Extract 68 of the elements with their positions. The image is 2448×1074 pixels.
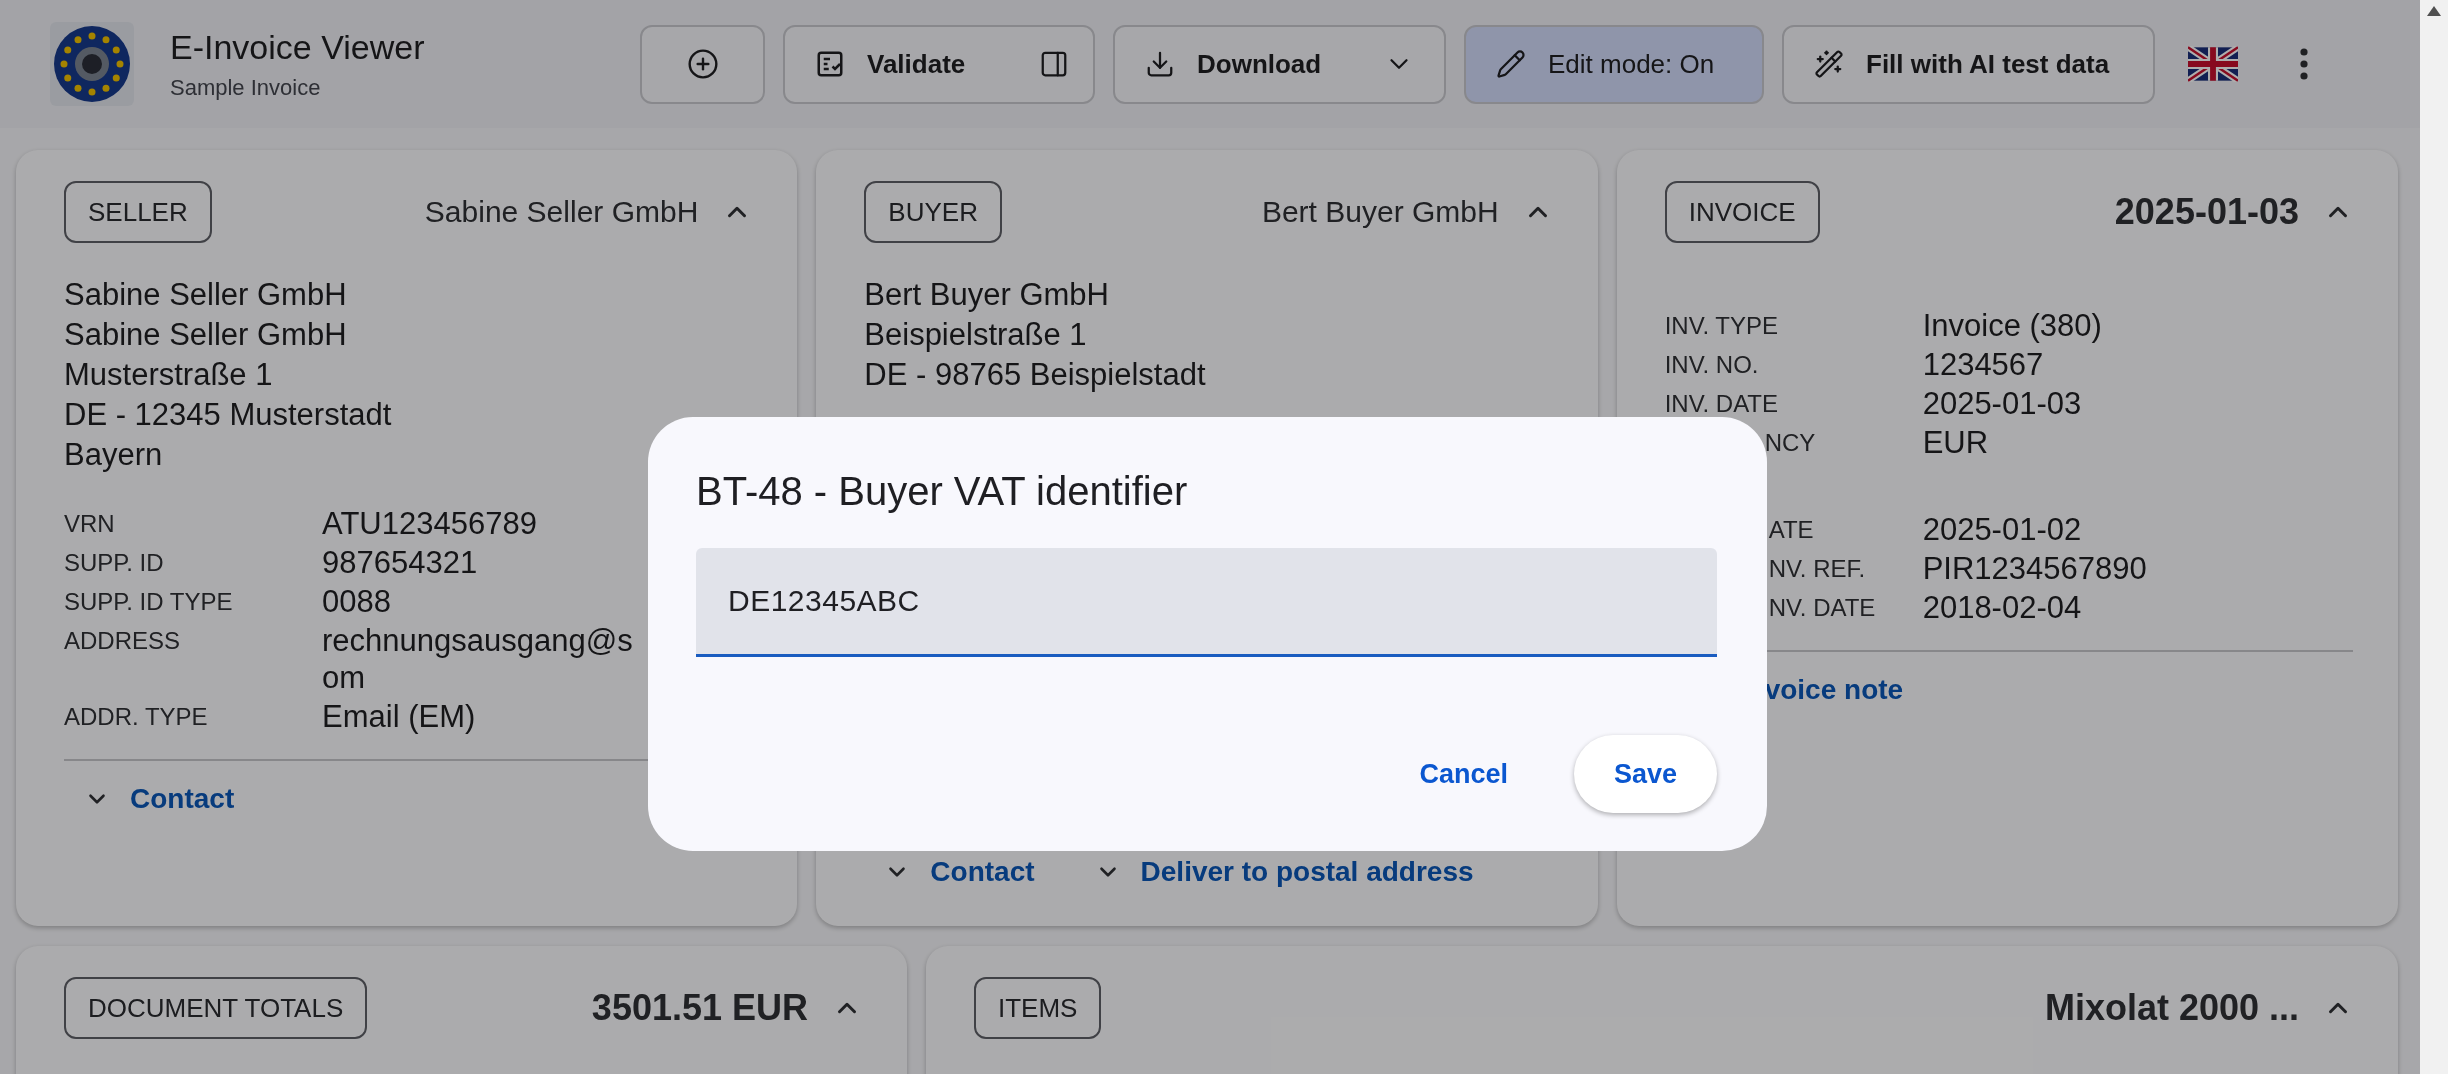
- field-value: 2018-02-04: [1922, 589, 2083, 626]
- field-label: SUPP. ID TYPE: [64, 587, 234, 617]
- address-line: Bayern: [64, 436, 164, 474]
- fill-ai-button[interactable]: Fill with AI test data: [1782, 24, 2155, 104]
- field-label: ATE: [1767, 515, 1815, 545]
- field-value: PIR1234567890: [1922, 550, 2148, 587]
- section-chip: DOCUMENT TOTALS: [64, 977, 368, 1039]
- field-value: ATU123456789: [322, 505, 538, 542]
- scrollbar[interactable]: [2420, 0, 2448, 1074]
- card-heading: Mixolat 2000 ...: [2044, 987, 2299, 1029]
- field-label: INV. NO.: [1664, 350, 1760, 380]
- field-label: NCY: [1763, 428, 1817, 458]
- field-label: INV. TYPE: [1664, 311, 1780, 341]
- address-line: Musterstraße 1: [64, 356, 274, 394]
- card-heading: 3501.51 EUR: [591, 987, 808, 1029]
- cancel-button[interactable]: Cancel: [1379, 735, 1548, 813]
- address-line: Bert Buyer GmbH: [864, 276, 1110, 314]
- magic-wand-icon: [1814, 49, 1844, 79]
- save-button[interactable]: Save: [1573, 735, 1717, 813]
- download-button[interactable]: Download: [1113, 24, 1446, 104]
- address-line: DE - 12345 Musterstadt: [64, 396, 393, 434]
- field-label: ADDRESS: [64, 626, 182, 656]
- card-heading: 2025-01-03: [2114, 191, 2299, 233]
- validate-button[interactable]: Validate: [815, 48, 966, 80]
- flag-icon[interactable]: [2188, 46, 2238, 82]
- field-value: 2025-01-02: [1922, 511, 2083, 548]
- add-button[interactable]: [640, 24, 765, 104]
- expand-link[interactable]: Contact: [864, 856, 1035, 888]
- plus-circle-icon: [686, 48, 719, 80]
- app-title: E-Invoice Viewer: [170, 27, 426, 67]
- side-panel-button[interactable]: [1039, 49, 1069, 79]
- checklist-icon: [815, 49, 845, 79]
- address-line: Sabine Seller GmbH: [64, 276, 348, 314]
- address-line: DE - 98765 Beispielstadt: [864, 356, 1207, 394]
- download-icon: [1145, 49, 1175, 79]
- expand-link[interactable]: Contact: [64, 783, 235, 815]
- expand-link[interactable]: Deliver to postal address: [1074, 856, 1474, 888]
- panel-icon: [1039, 49, 1069, 79]
- more-icon: [2300, 48, 2308, 80]
- field-label: NV. DATE: [1767, 593, 1877, 623]
- expand-link[interactable]: voice note: [1664, 674, 1904, 706]
- pencil-icon: [1496, 49, 1526, 79]
- scroll-up-icon[interactable]: [2427, 6, 2441, 16]
- more-menu-button[interactable]: [2300, 48, 2308, 80]
- field-label: INV. DATE: [1664, 389, 1780, 419]
- card-heading: Bert Buyer GmbH: [1261, 195, 1499, 229]
- field-label: SUPP. ID: [64, 548, 165, 578]
- section-chip: SELLER: [64, 181, 212, 243]
- field-value: rechnungsausgang@s om: [322, 622, 634, 696]
- field-label: ADDR. TYPE: [64, 702, 209, 732]
- field-value: 1234567: [1922, 346, 2045, 383]
- address-line: Sabine Seller GmbH: [64, 316, 348, 354]
- field-value: Invoice (380): [1922, 307, 2103, 344]
- section-chip: BUYER: [864, 181, 1002, 243]
- field-value: Email (EM): [322, 698, 477, 735]
- field-label: VRN: [64, 509, 116, 539]
- vat-id-field[interactable]: DE12345ABC: [696, 548, 1717, 657]
- field-value: EUR: [1922, 424, 1990, 461]
- field-label: NV. REF.: [1767, 554, 1867, 584]
- section-chip: INVOICE: [1664, 181, 1820, 243]
- section-chip: ITEMS: [974, 977, 1102, 1039]
- field-value: 987654321: [322, 544, 479, 581]
- field-value: 2025-01-03: [1922, 385, 2083, 422]
- address-line: Beispielstraße 1: [864, 316, 1088, 354]
- edit-mode-button[interactable]: Edit mode: On: [1464, 24, 1764, 104]
- card-heading: Sabine Seller GmbH: [424, 195, 699, 229]
- app-subtitle: Sample Invoice: [170, 74, 322, 101]
- dialog-title: BT-48 - Buyer VAT identifier: [696, 469, 1189, 514]
